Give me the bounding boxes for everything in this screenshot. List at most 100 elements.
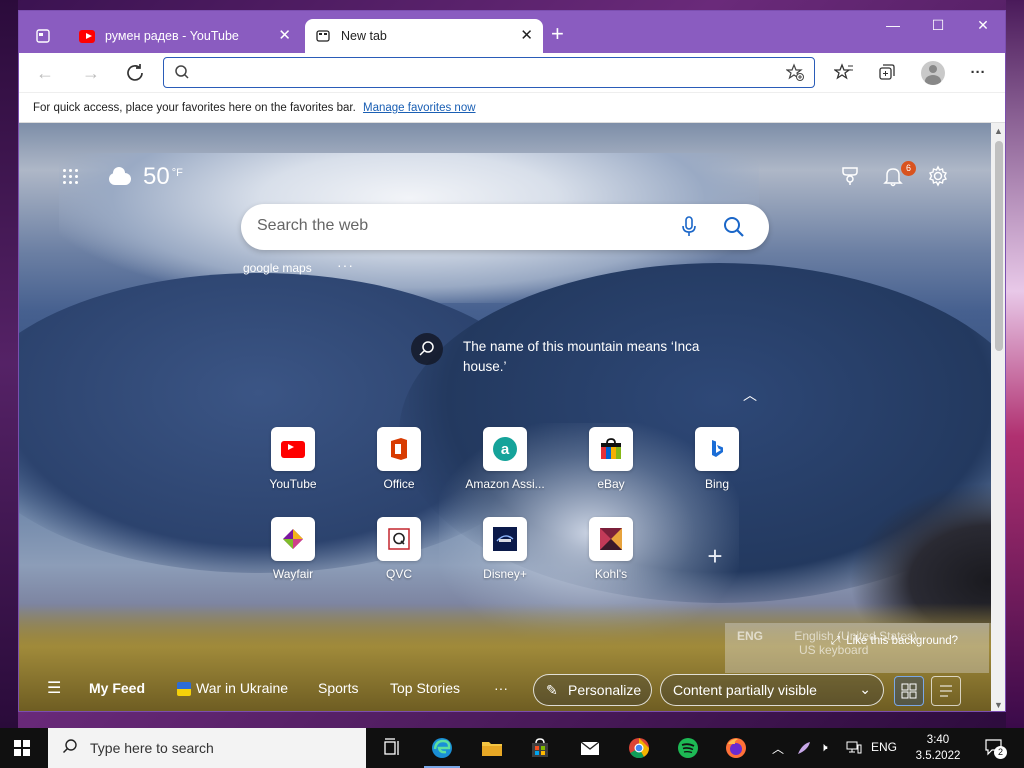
quick-link-label: Kohl's: [594, 567, 628, 581]
page-scrollbar[interactable]: ▲ ▼: [991, 123, 1005, 711]
microsoft-store-icon[interactable]: [528, 736, 552, 760]
manage-favorites-link[interactable]: Manage favorites now: [363, 102, 476, 114]
bing-logo-icon: [695, 427, 739, 471]
show-hidden-icons-chevron[interactable]: ︿: [772, 740, 784, 757]
personalize-label: Personalize: [568, 682, 642, 698]
close-tab-icon[interactable]: ✕: [520, 28, 533, 44]
quick-link-qvc[interactable]: QVC: [359, 517, 439, 581]
file-explorer-icon[interactable]: [480, 736, 504, 760]
spotify-icon[interactable]: [676, 736, 700, 760]
taskbar-search-box[interactable]: Type here to search: [48, 728, 366, 768]
edge-taskbar-icon[interactable]: [430, 736, 454, 760]
new-tab-icon: [315, 28, 331, 44]
address-bar[interactable]: [163, 57, 815, 88]
tab-strip: румен радев - YouTube ✕ New tab ✕ + — ☐ …: [19, 11, 1005, 53]
disney-plus-logo-icon: [483, 517, 527, 561]
quick-link-wayfair[interactable]: Wayfair: [253, 517, 333, 581]
action-center-icon[interactable]: 2: [984, 738, 1007, 759]
refresh-button[interactable]: [123, 62, 147, 84]
scroll-down-icon[interactable]: ▼: [994, 700, 1003, 710]
favorites-icon[interactable]: [833, 62, 855, 84]
tab-sports[interactable]: Sports: [318, 680, 358, 696]
content-visibility-dropdown[interactable]: Content partially visible ⌄: [660, 674, 884, 706]
kohls-logo-icon: [589, 517, 633, 561]
tab-top-stories[interactable]: Top Stories: [390, 680, 460, 696]
tab-label: румен радев - YouTube: [105, 29, 239, 43]
youtube-icon: [79, 28, 95, 44]
input-language-indicator[interactable]: ENG: [871, 740, 897, 754]
image-info-search-icon[interactable]: [411, 333, 443, 365]
scrollbar-thumb[interactable]: [995, 141, 1003, 351]
grid-layout-button[interactable]: [894, 676, 924, 706]
add-favorite-icon[interactable]: [785, 63, 804, 86]
feed-menu-icon[interactable]: ☰: [47, 678, 61, 698]
quick-link-label: YouTube: [269, 477, 317, 491]
windows-start-icon[interactable]: [14, 740, 30, 756]
quick-link-disney-plus[interactable]: Disney+: [465, 517, 545, 581]
settings-gear-icon[interactable]: [926, 165, 950, 193]
feed-more-button[interactable]: ···: [494, 680, 508, 696]
quick-link-label: eBay: [597, 477, 625, 491]
notification-badge: 6: [901, 161, 916, 176]
wayfair-logo-icon: [271, 517, 315, 561]
web-search-input[interactable]: [257, 217, 657, 235]
tab-war-in-ukraine[interactable]: War in Ukraine: [196, 680, 288, 696]
rewards-icon[interactable]: [838, 165, 862, 193]
address-input[interactable]: [198, 64, 778, 82]
quick-link-amazon-assistant[interactable]: a Amazon Assi...: [465, 427, 545, 491]
weather-widget[interactable]: 50 °F: [109, 163, 183, 191]
suggestion-more-button[interactable]: ···: [337, 257, 354, 273]
microphone-icon[interactable]: [681, 216, 697, 243]
more-menu-icon[interactable]: ···: [967, 62, 989, 84]
search-submit-icon[interactable]: [721, 214, 747, 240]
grid-layout-icon: [901, 683, 917, 699]
forward-button[interactable]: →: [79, 62, 103, 84]
weather-temp: 50: [143, 163, 170, 190]
mail-icon[interactable]: [578, 736, 602, 760]
chrome-icon[interactable]: [627, 736, 651, 760]
ebay-logo-icon: [589, 427, 633, 471]
personalize-button[interactable]: ✎ Personalize: [533, 674, 652, 706]
firefox-icon[interactable]: [724, 736, 748, 760]
quick-link-label: Wayfair: [272, 567, 314, 581]
quick-link-youtube[interactable]: YouTube: [253, 427, 333, 491]
collapse-chevron-icon[interactable]: ︿: [743, 385, 757, 405]
list-layout-button[interactable]: [931, 676, 961, 706]
close-tab-icon[interactable]: ✕: [278, 28, 291, 44]
network-icon[interactable]: [846, 740, 862, 757]
quick-link-ebay[interactable]: eBay: [571, 427, 651, 491]
refresh-icon: [127, 64, 143, 81]
app-launcher-icon[interactable]: [63, 169, 79, 185]
desktop-left-edge: [0, 0, 18, 728]
like-background-button[interactable]: ⤢ Like this background?: [831, 635, 958, 648]
close-window-button[interactable]: ✕: [961, 17, 1005, 34]
tab-new-tab[interactable]: New tab ✕: [305, 19, 543, 53]
maximize-button[interactable]: ☐: [916, 17, 960, 34]
quick-link-office[interactable]: Office: [359, 427, 439, 491]
qvc-logo-icon: [377, 517, 421, 561]
tab-youtube[interactable]: румен радев - YouTube ✕: [69, 19, 301, 53]
scroll-up-icon[interactable]: ▲: [994, 126, 1003, 136]
background-fact[interactable]: The name of this mountain means ‘Inca ho…: [463, 337, 733, 377]
quick-link-label: Bing: [704, 477, 730, 491]
volume-icon[interactable]: 🕨: [820, 740, 828, 755]
search-icon: [174, 64, 190, 85]
new-tab-plus-button[interactable]: +: [551, 23, 564, 45]
search-suggestion[interactable]: google maps: [243, 261, 312, 275]
add-quick-link-icon[interactable]: +: [703, 541, 727, 572]
quick-link-label: Office: [383, 477, 415, 491]
quick-link-bing[interactable]: Bing: [677, 427, 757, 491]
favorites-bar: For quick access, place your favorites h…: [19, 93, 1005, 123]
back-button[interactable]: ←: [33, 62, 57, 84]
taskbar-clock[interactable]: 3:40 3.5.2022 г.: [912, 732, 964, 768]
task-view-icon[interactable]: [380, 736, 404, 760]
action-center-badge: 2: [994, 746, 1007, 759]
profile-avatar[interactable]: [921, 61, 945, 85]
tab-actions-button[interactable]: [25, 19, 65, 53]
web-search-box[interactable]: [241, 204, 769, 250]
tab-my-feed[interactable]: My Feed: [89, 680, 145, 696]
collections-icon[interactable]: [876, 62, 898, 84]
quick-link-kohls[interactable]: Kohl's: [571, 517, 651, 581]
minimize-button[interactable]: —: [871, 17, 915, 33]
feather-tray-icon[interactable]: [796, 740, 812, 759]
